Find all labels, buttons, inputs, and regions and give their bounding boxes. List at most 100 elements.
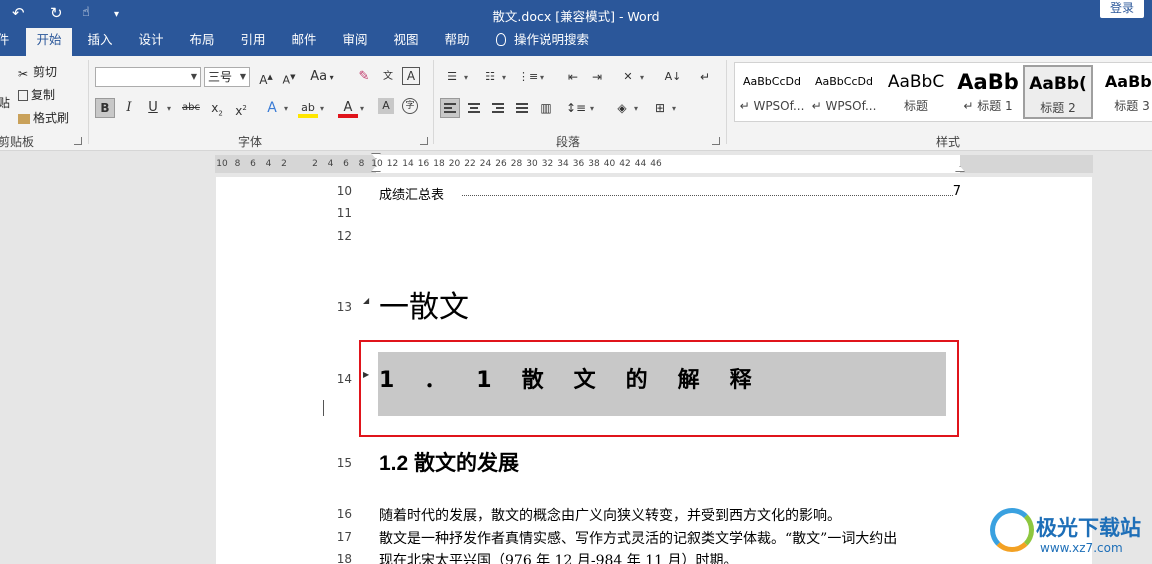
chevron-down-icon[interactable]: ▾ (167, 104, 171, 113)
italic-icon[interactable]: I (119, 98, 139, 118)
multilevel-list-icon[interactable]: ⋮≡ (518, 67, 538, 87)
increase-indent-icon[interactable]: ⇥ (587, 67, 607, 87)
chevron-down-icon[interactable]: ▾ (634, 104, 638, 113)
format-painter-label: 格式刷 (33, 111, 70, 125)
chevron-down-icon[interactable]: ▾ (640, 73, 644, 82)
style-preview: AaBb( (1029, 74, 1087, 94)
tab-layout[interactable]: 布局 (182, 28, 222, 56)
chevron-down-icon[interactable]: ▾ (672, 104, 676, 113)
font-launcher-icon[interactable] (420, 137, 428, 145)
change-case-button[interactable]: Aa ▾ (308, 67, 336, 87)
shrink-font-icon[interactable]: A▼ (279, 67, 299, 87)
shading-icon[interactable]: ◈ (612, 98, 632, 118)
ruler-tick-label: 26 (495, 159, 507, 169)
style-preview: AaBbCcDd (743, 75, 801, 88)
character-border-icon[interactable]: A (402, 67, 420, 85)
subscript-icon[interactable]: x2 (207, 98, 227, 118)
paste-label-fragment[interactable]: 贴 (0, 94, 10, 111)
chevron-down-icon[interactable]: ▾ (464, 73, 468, 82)
collapse-heading-icon[interactable]: ◢ (363, 296, 369, 305)
format-painter-button[interactable]: 格式刷 (18, 109, 69, 126)
body-text-line[interactable]: 随着时代的发展，散文的概念由广义向狭义转变，并受到西方文化的影响。 (379, 505, 841, 525)
style-wpsoffice-2[interactable]: AaBbCcDd ↵ WPSOf... (809, 65, 879, 119)
align-left-icon[interactable] (440, 98, 460, 118)
chevron-down-icon[interactable]: ▾ (360, 104, 364, 113)
ruler-tick-label: 18 (433, 159, 445, 169)
align-right-icon[interactable] (488, 98, 508, 118)
body-text-line[interactable]: 现在北宋太平兴国（976 年 12 月-984 年 11 月）时期。 (379, 550, 738, 564)
borders-icon[interactable]: ⊞ (650, 98, 670, 118)
watermark-brand: 极光下载站 (1036, 516, 1141, 540)
chevron-down-icon[interactable]: ▾ (540, 73, 544, 82)
enclose-characters-icon[interactable]: 字 (402, 98, 418, 114)
heading-2[interactable]: 1.2 散文的发展 (379, 447, 519, 477)
tab-file[interactable]: 件 (0, 28, 12, 56)
highlight-annotation-box (359, 340, 959, 437)
tab-view[interactable]: 视图 (386, 28, 426, 56)
change-case-label: Aa (310, 69, 328, 84)
style-title[interactable]: AaBbC 标题 (881, 65, 951, 119)
font-color-icon[interactable]: A (338, 98, 358, 118)
ruler-tick-label: 8 (234, 159, 241, 169)
numbering-icon[interactable]: ☷ (480, 67, 500, 87)
copy-label: 复制 (31, 88, 56, 102)
sort-icon[interactable]: A↓ (663, 67, 683, 87)
tab-references[interactable]: 引用 (233, 28, 273, 56)
font-name-box[interactable]: ▼ (95, 67, 201, 87)
login-button[interactable]: 登录 (1100, 0, 1144, 18)
bullets-icon[interactable]: ☰ (442, 67, 462, 87)
tab-insert[interactable]: 插入 (80, 28, 120, 56)
style-name: 标题 3 (1114, 99, 1150, 113)
justify-icon[interactable] (512, 98, 532, 118)
scissors-icon: ✂ (18, 67, 29, 81)
copy-button[interactable]: 复制 (18, 86, 55, 103)
tab-home[interactable]: 开始 (26, 28, 72, 56)
clipboard-launcher-icon[interactable] (74, 137, 82, 145)
superscript-icon[interactable]: x2 (231, 98, 251, 118)
underline-icon[interactable]: U (143, 98, 163, 118)
style-wpsoffice-1[interactable]: AaBbCcDd ↵ WPSOf... (737, 65, 807, 119)
chevron-down-icon[interactable]: ▾ (320, 104, 324, 113)
show-marks-icon[interactable]: ↵ (695, 67, 715, 87)
tab-review[interactable]: 审阅 (335, 28, 375, 56)
style-heading-2[interactable]: AaBb( 标题 2 (1023, 65, 1093, 119)
tab-help[interactable]: 帮助 (437, 28, 477, 56)
body-text-line[interactable]: 散文是一种抒发作者真情实感、写作方式灵活的记叙类文学体裁。“散文”一词大约出 (379, 528, 897, 548)
bold-icon[interactable]: B (95, 98, 115, 118)
strikethrough-icon[interactable]: abc (181, 98, 201, 118)
highlight-icon[interactable]: ab (298, 98, 318, 118)
tell-me-search[interactable]: 操作说明搜索 (496, 28, 606, 56)
ruler-tick-label: 22 (464, 159, 476, 169)
heading-1[interactable]: 一散文 (379, 282, 469, 326)
style-heading-1[interactable]: AaBb ↵ 标题 1 (953, 65, 1023, 119)
clear-formatting-icon[interactable]: ✎ (354, 67, 374, 87)
toc-entry[interactable]: 成绩汇总表 7 (379, 184, 961, 203)
style-heading-3[interactable]: AaBb( 标题 3 (1097, 65, 1152, 119)
styles-gallery: AaBbCcDd ↵ WPSOf... AaBbCcDd ↵ WPSOf... … (734, 62, 1152, 122)
paragraph-launcher-icon[interactable] (712, 137, 720, 145)
chevron-down-icon[interactable]: ▾ (590, 104, 594, 113)
chevron-down-icon[interactable]: ▾ (284, 104, 288, 113)
ruler-tick-label: 44 (634, 159, 647, 169)
tell-me-label: 操作说明搜索 (514, 32, 590, 47)
line-spacing-icon[interactable]: ↕≡ (566, 98, 586, 118)
chinese-layout-icon[interactable]: ✕ (618, 67, 638, 87)
ruler-tick-label: 20 (448, 159, 461, 169)
text-effects-icon[interactable]: A (262, 98, 282, 118)
tab-design[interactable]: 设计 (131, 28, 171, 56)
font-size-box[interactable]: 三号 ▼ (204, 67, 250, 87)
ruler-tick-label: 32 (541, 159, 554, 169)
line-number: 18 (336, 552, 352, 564)
character-shading-icon[interactable]: A (378, 98, 394, 114)
line (444, 107, 452, 109)
align-center-icon[interactable] (464, 98, 484, 118)
line (492, 111, 504, 113)
decrease-indent-icon[interactable]: ⇤ (563, 67, 583, 87)
ruler-tick-label: 30 (526, 159, 538, 169)
cut-button[interactable]: ✂ 剪切 (18, 63, 57, 81)
chevron-down-icon[interactable]: ▾ (502, 73, 506, 82)
phonetic-guide-icon[interactable]: 文 (378, 67, 398, 87)
grow-font-icon[interactable]: A▲ (256, 67, 276, 87)
distributed-icon[interactable]: ▥ (536, 98, 556, 118)
tab-mailings[interactable]: 邮件 (284, 28, 324, 56)
